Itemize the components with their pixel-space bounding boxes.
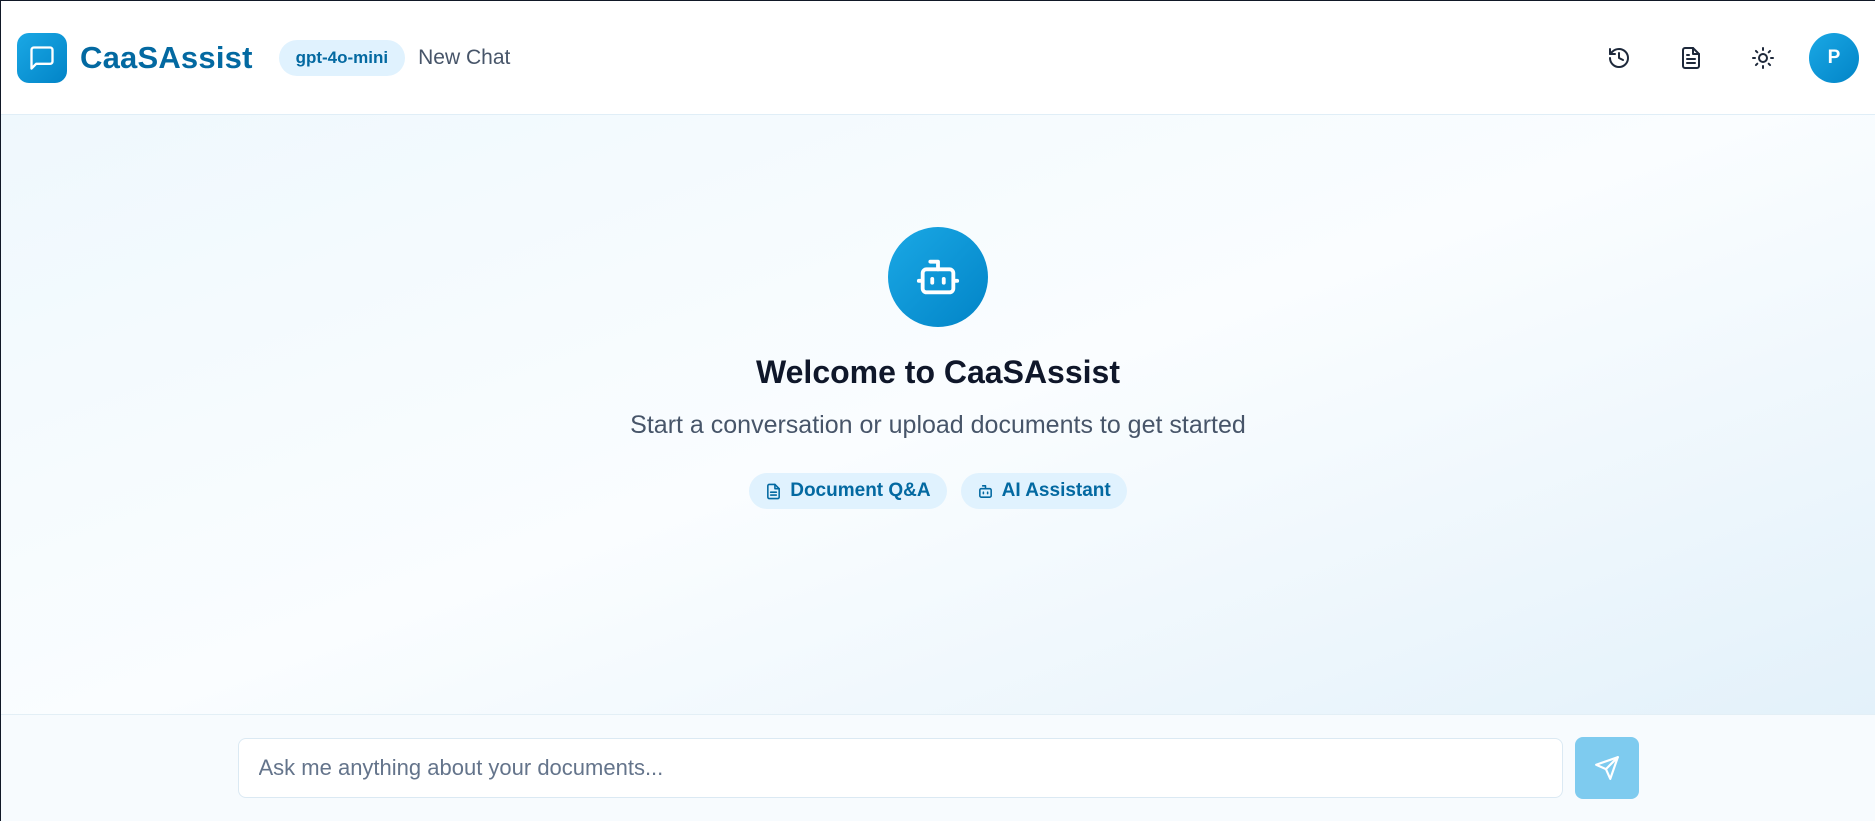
message-input[interactable]: [256, 754, 1544, 782]
composer: [1, 715, 1875, 821]
chip-label: Document Q&A: [790, 480, 931, 501]
message-input-wrapper[interactable]: [237, 738, 1563, 798]
header-left: CaaSAssist gpt-4o-mini New Chat: [17, 32, 511, 83]
welcome-subtitle: Start a conversation or upload documents…: [630, 411, 1246, 439]
chat-logo-icon[interactable]: [17, 32, 67, 83]
welcome-area: Welcome to CaaSAssist Start a conversati…: [1, 115, 1875, 715]
sun-icon: [1752, 46, 1774, 69]
chip-document-qa[interactable]: Document Q&A: [749, 473, 947, 509]
send-icon: [1594, 756, 1619, 780]
brand-title[interactable]: CaaSAssist: [80, 40, 253, 76]
history-icon: [1609, 47, 1629, 68]
app-window: CaaSAssist gpt-4o-mini New Chat P Welcom…: [0, 0, 1875, 821]
feature-chips: Document Q&A AI Assistant: [742, 473, 1134, 509]
document-icon: [767, 483, 781, 499]
model-badge[interactable]: gpt-4o-mini: [278, 39, 406, 76]
header-right: P: [1569, 32, 1859, 83]
bot-avatar: [888, 227, 988, 327]
avatar[interactable]: P: [1809, 32, 1859, 83]
top-bar: CaaSAssist gpt-4o-mini New Chat P: [1, 1, 1875, 115]
bot-icon: [978, 484, 992, 498]
documents-button[interactable]: [1669, 36, 1713, 80]
send-button[interactable]: [1574, 737, 1639, 799]
bot-icon: [916, 259, 960, 295]
document-icon: [1682, 46, 1700, 69]
chip-label: AI Assistant: [1001, 480, 1111, 501]
chat-title: New Chat: [418, 45, 511, 69]
welcome-title: Welcome to CaaSAssist: [756, 354, 1120, 390]
chip-ai-assistant[interactable]: AI Assistant: [960, 473, 1127, 509]
theme-toggle-button[interactable]: [1741, 36, 1785, 80]
history-button[interactable]: [1597, 36, 1641, 80]
